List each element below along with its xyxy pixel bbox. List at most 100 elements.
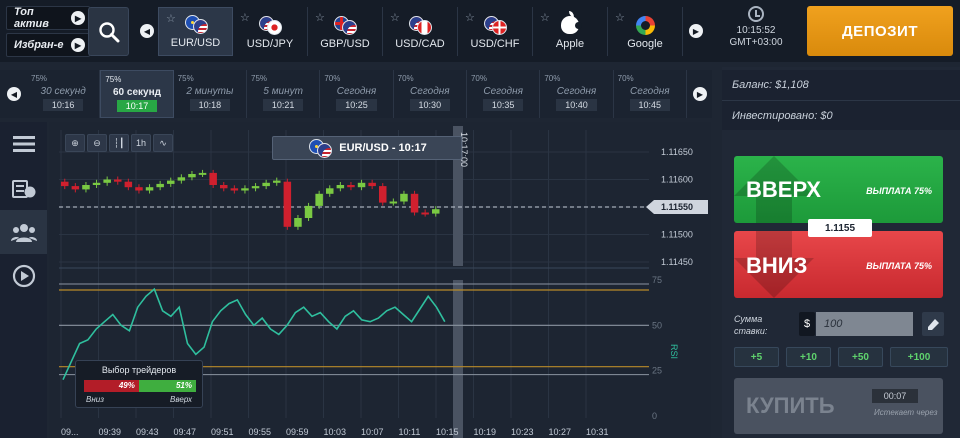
expiry-name: 60 секунд <box>113 87 161 98</box>
expiry-marker-band <box>453 280 463 438</box>
search-button[interactable] <box>88 7 129 56</box>
zoom-out-button[interactable]: ⊖ <box>87 134 107 152</box>
price-chart[interactable]: 10:17:001.116501.116001.115501.115001.11… <box>49 122 711 438</box>
asset-item[interactable]: ☆ Apple <box>533 7 608 56</box>
price-tick-label: 1.11650 <box>661 147 693 157</box>
down-share: 49% <box>84 380 139 392</box>
add-10-button[interactable]: +10 <box>786 347 831 367</box>
candle <box>283 181 292 227</box>
expiry-time: 10:30 <box>409 99 450 111</box>
timeframe-button[interactable]: 1h <box>131 134 151 152</box>
expiry-payout: 75% <box>105 75 122 84</box>
clear-stake-button[interactable] <box>922 312 944 336</box>
candle <box>61 181 69 187</box>
candle <box>156 183 164 188</box>
star-icon[interactable]: ☆ <box>315 11 325 24</box>
expiry-payout: 70% <box>617 74 634 83</box>
currency-symbol: $ <box>799 312 815 336</box>
eraser-icon <box>928 319 939 330</box>
expiry-item[interactable]: 75% 2 минуты 10:18 <box>174 70 247 118</box>
current-price-tag: 1.11550 <box>646 200 708 214</box>
expiry-item[interactable]: 75% 60 секунд 10:17 <box>100 70 174 118</box>
menu-button[interactable] <box>0 122 47 166</box>
search-icon <box>98 21 119 42</box>
time-tick-label: 10:03 <box>324 427 347 437</box>
star-icon[interactable]: ☆ <box>540 11 550 24</box>
line-type-icon: ∿ <box>159 137 167 148</box>
zoom-in-button[interactable]: ⊕ <box>65 134 85 152</box>
pair-tag-label: EUR/USD - 10:17 <box>339 142 427 154</box>
expiry-time: 10:35 <box>482 99 524 111</box>
social-button[interactable] <box>0 210 47 254</box>
add-50-button[interactable]: +50 <box>838 347 883 367</box>
add-5-button[interactable]: +5 <box>734 347 779 367</box>
finance-button[interactable] <box>0 166 47 210</box>
expiry-name: 5 минут <box>263 86 303 97</box>
zoom-in-icon: ⊕ <box>71 137 79 148</box>
top-assets-label: Топ актив <box>14 6 49 30</box>
expiry-item[interactable]: 70% Сегодня 10:25 <box>320 70 394 118</box>
asset-item[interactable]: ☆ USD/CAD <box>383 7 458 56</box>
expiry-name: Сегодня <box>336 86 377 97</box>
gbp-usd-flags-icon <box>332 15 358 35</box>
candles-button[interactable]: ┆┃ <box>109 134 129 152</box>
price-tick-label: 1.11450 <box>661 257 693 267</box>
arrow-left-icon: ◀ <box>7 87 21 101</box>
expiry-item[interactable]: 70% Сегодня 10:30 <box>394 70 467 118</box>
time-tick-label: 10:31 <box>586 427 609 437</box>
expiry-item[interactable]: 75% 5 минут 10:21 <box>247 70 321 118</box>
asset-list: ☆ EUR/USD ☆ USD/JPY ☆ GBP/USD ☆ USD/CAD ☆ USD/CHF… <box>158 7 683 56</box>
candle <box>326 188 334 194</box>
rsi-tick-label: 25 <box>652 366 662 376</box>
candles-icon: ┆┃ <box>113 137 125 148</box>
call-up-button[interactable]: ВВЕРХ ВЫПЛАТА 75% <box>734 156 943 223</box>
timeframe-label: 1h <box>135 138 146 148</box>
expiry-item[interactable]: 70% Сегодня 10:45 <box>614 70 687 118</box>
expiry-item[interactable]: 70% Сегодня 10:40 <box>540 70 614 118</box>
asset-item[interactable]: ☆ GBP/USD <box>308 7 383 56</box>
asset-item[interactable]: ☆ USD/CHF <box>458 7 533 56</box>
candle <box>241 188 249 191</box>
rsi-tick-label: 75 <box>652 275 662 285</box>
star-icon[interactable]: ☆ <box>240 11 250 24</box>
time-tick-label: 09:51 <box>211 427 234 437</box>
trade-panel: Баланс: $1,108 Инвестировано: $0 ВВЕРХ В… <box>722 67 960 438</box>
expiry-bar: ◀ 75% 30 секунд 10:16 75% 60 секунд 10:17 75% 2… <box>0 70 712 118</box>
asset-item[interactable]: ☆ Google <box>608 7 683 56</box>
chevron-right-icon: ▶ <box>71 38 85 52</box>
star-icon[interactable]: ☆ <box>390 11 400 24</box>
deposit-button[interactable]: ДЕПОЗИТ <box>807 6 953 56</box>
asset-item[interactable]: ☆ USD/JPY <box>233 7 308 56</box>
expiry-payout: 70% <box>470 74 487 83</box>
candle <box>114 179 122 182</box>
star-icon[interactable]: ☆ <box>465 11 475 24</box>
asset-item[interactable]: ☆ EUR/USD <box>158 7 233 56</box>
candle <box>379 186 387 203</box>
left-toolbar <box>0 122 47 438</box>
buy-button[interactable]: КУПИТЬ 00:07 Истекает через <box>734 378 943 434</box>
star-icon[interactable]: ☆ <box>166 12 176 25</box>
line-type-button[interactable]: ∿ <box>153 134 173 152</box>
asset-label: Google <box>627 38 663 50</box>
favorites-tab[interactable]: Избран-е ▶ <box>6 33 90 57</box>
candle <box>262 182 270 187</box>
expiry-item[interactable]: 75% 30 секунд 10:16 <box>27 70 101 118</box>
candle <box>135 187 143 191</box>
add-100-button[interactable]: +100 <box>890 347 948 367</box>
expiry-payout: 70% <box>544 74 561 83</box>
clock-timezone: GMT+03:00 <box>729 37 783 48</box>
stake-input[interactable] <box>816 312 913 336</box>
assets-scroll-right-button[interactable]: ▶ <box>685 7 707 55</box>
put-down-button[interactable]: ВНИЗ ВЫПЛАТА 75% <box>734 231 943 298</box>
expiry-scroll-left-button[interactable]: ◀ <box>3 70 25 118</box>
invested: Инвестировано: $0 <box>722 100 960 130</box>
candle <box>389 201 398 204</box>
tutorial-button[interactable] <box>0 254 47 298</box>
expiry-item[interactable]: 70% Сегодня 10:35 <box>467 70 541 118</box>
star-icon[interactable]: ☆ <box>615 11 625 24</box>
top-assets-tab[interactable]: Топ актив ▶ <box>6 6 90 30</box>
expiry-time: 10:16 <box>43 99 84 111</box>
expiry-scroll-right-button[interactable]: ▶ <box>689 70 711 118</box>
assets-scroll-left-button[interactable]: ◀ <box>136 7 158 55</box>
price-tick-label: 1.11500 <box>661 230 693 240</box>
